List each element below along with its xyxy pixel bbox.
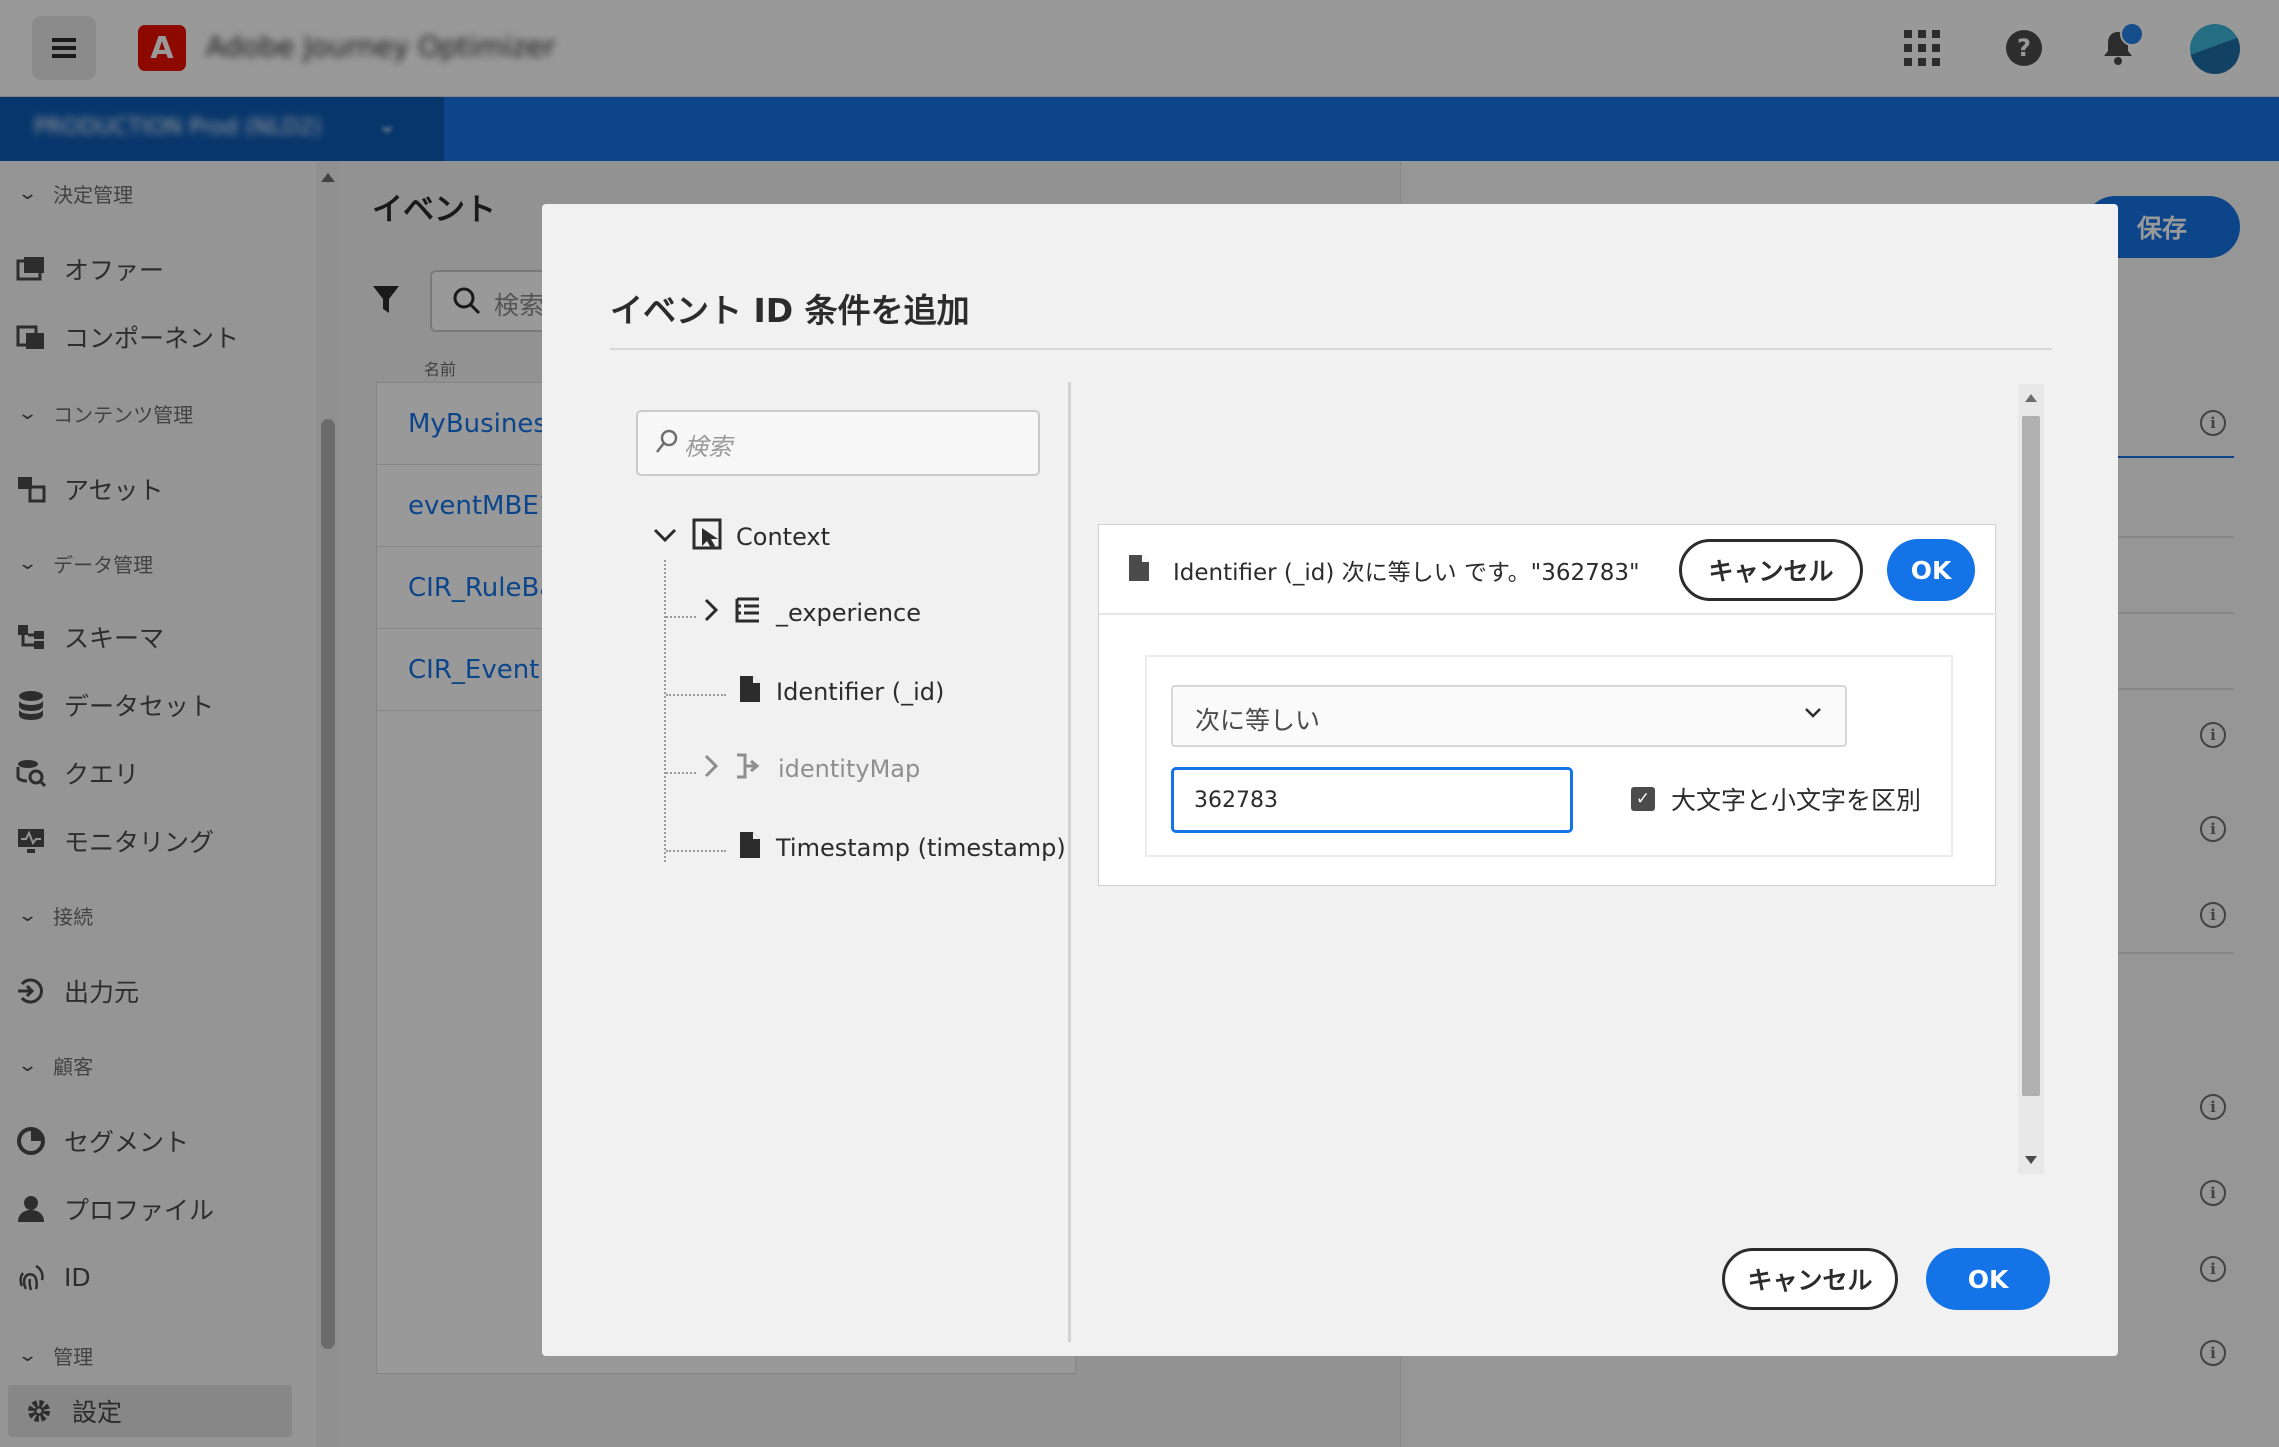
tree-guide-line: [664, 560, 666, 862]
tree-guide-line: [666, 694, 726, 696]
tree-node-label: Identifier (_id): [776, 678, 945, 706]
map-field-icon: [734, 752, 764, 786]
canvas-scrollbar[interactable]: [2018, 384, 2044, 1174]
context-object-icon: [692, 518, 722, 556]
add-event-id-condition-dialog: イベント ID 条件を追加 検索 Context _experience Ide…: [542, 204, 2118, 1356]
tree-node-label: Context: [736, 523, 831, 551]
dialog-title: イベント ID 条件を追加: [610, 291, 970, 330]
document-icon: [738, 674, 762, 710]
chevron-right-icon[interactable]: [702, 753, 720, 785]
pane-divider: [1068, 382, 1071, 1342]
field-search-input[interactable]: 検索: [636, 410, 1040, 476]
document-icon: [738, 830, 762, 866]
search-placeholder: 検索: [684, 433, 732, 461]
chevron-down-icon[interactable]: [652, 523, 678, 551]
condition-cancel-button[interactable]: キャンセル: [1679, 539, 1863, 601]
tree-node-identitymap[interactable]: identityMap: [702, 752, 920, 786]
operator-value: 次に等しい: [1195, 706, 1321, 735]
tree-node-identifier[interactable]: Identifier (_id): [738, 674, 944, 710]
condition-header: Identifier (_id) 次に等しい です。"362783" キャンセル…: [1099, 525, 1997, 615]
dialog-ok-button[interactable]: OK: [1926, 1248, 2050, 1310]
operator-dropdown[interactable]: 次に等しい: [1171, 685, 1847, 747]
scroll-down-arrow-icon[interactable]: [2025, 1156, 2037, 1164]
search-icon: [654, 428, 680, 460]
tree-guide-line: [666, 772, 696, 774]
tree-node-context[interactable]: Context: [652, 518, 830, 556]
document-icon: [1127, 553, 1151, 587]
checkbox-label: 大文字と小文字を区別: [1671, 786, 1922, 815]
scroll-up-arrow-icon[interactable]: [2025, 394, 2037, 402]
checkbox-checked-icon[interactable]: ✓: [1631, 787, 1655, 811]
condition-ok-button[interactable]: OK: [1887, 539, 1975, 601]
tree-guide-line: [666, 616, 696, 618]
value-input[interactable]: [1171, 767, 1573, 833]
tree-node-label: identityMap: [778, 755, 921, 783]
tree-node-experience[interactable]: _experience: [702, 596, 921, 630]
dialog-cancel-button[interactable]: キャンセル: [1722, 1248, 1898, 1310]
condition-body: 次に等しい ✓ 大文字と小文字を区別: [1145, 655, 1953, 857]
tree-guide-line: [666, 850, 726, 852]
dialog-divider: [610, 348, 2052, 350]
chevron-right-icon[interactable]: [702, 597, 720, 629]
tree-node-label: _experience: [776, 599, 922, 627]
condition-editor-card: Identifier (_id) 次に等しい です。"362783" キャンセル…: [1098, 524, 1997, 886]
tree-node-timestamp[interactable]: Timestamp (timestamp): [738, 830, 1066, 866]
condition-summary: Identifier (_id) 次に等しい です。"362783": [1173, 560, 1640, 586]
object-field-icon: [734, 596, 762, 630]
tree-node-label: Timestamp (timestamp): [776, 834, 1066, 862]
chevron-down-icon: [1803, 701, 1823, 729]
case-sensitive-checkbox[interactable]: ✓ 大文字と小文字を区別: [1631, 781, 1921, 817]
scrollbar-thumb[interactable]: [2022, 416, 2040, 1096]
